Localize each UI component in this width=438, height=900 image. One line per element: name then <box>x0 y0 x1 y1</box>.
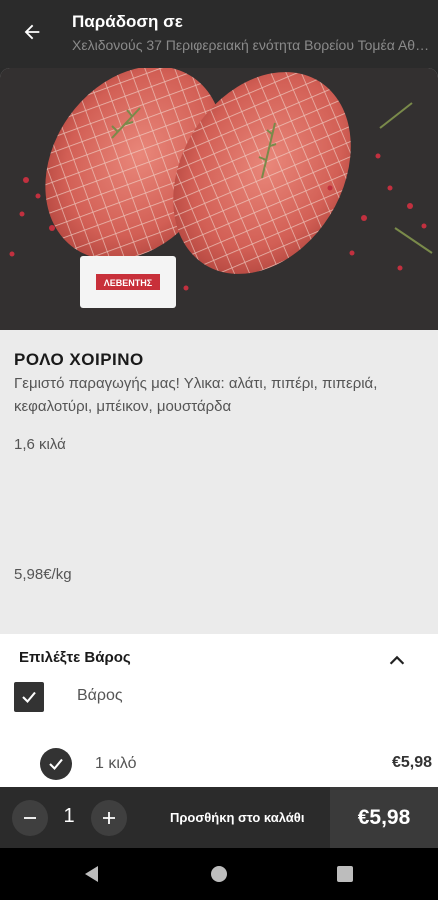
product-unit-price: 5,98€/kg <box>14 566 72 583</box>
collapse-button[interactable] <box>382 646 412 676</box>
arrow-left-icon <box>24 24 40 40</box>
delivery-address[interactable]: Χελιδονούς 37 Περιφερειακή ενότητα Βορεί… <box>72 37 432 53</box>
product-image: ΛΕΒΕΝΤΗΣ <box>0 68 438 330</box>
decrease-quantity-button[interactable] <box>12 800 48 836</box>
system-nav-bar <box>0 848 438 900</box>
increase-quantity-button[interactable] <box>91 800 127 836</box>
check-icon <box>49 758 63 771</box>
check-icon <box>22 691 36 704</box>
option-price: €5,98 <box>391 754 432 771</box>
delivery-title: Παράδοση σε <box>72 12 183 31</box>
cart-bar: 1 Προσθήκη στο καλάθι €5,98 <box>0 787 438 848</box>
option-radio[interactable] <box>40 748 72 780</box>
add-to-cart-button[interactable]: Προσθήκη στο καλάθι <box>170 810 304 825</box>
option-label: 1 κιλό <box>95 755 137 772</box>
back-button[interactable] <box>14 14 50 50</box>
weight-group-label: Βάρος <box>77 687 123 704</box>
cart-total[interactable]: €5,98 <box>330 787 438 848</box>
product-sheet: ΛΕΒΕΝΤΗΣ ΡΟΛΟ ΧΟΙΡΙΝΟ Γεμιστό παραγωγής … <box>0 68 438 852</box>
quantity-value: 1 <box>63 805 75 827</box>
group-checkbox[interactable] <box>14 682 44 712</box>
chevron-up-icon <box>389 655 405 665</box>
nav-back-icon[interactable] <box>82 864 100 884</box>
product-name: ΡΟΛΟ ΧΟΙΡΙΝΟ <box>14 350 144 369</box>
product-weight: 1,6 κιλά <box>14 436 66 453</box>
plus-icon <box>103 812 115 824</box>
minus-icon <box>24 817 36 819</box>
brand-label: ΛΕΒΕΝΤΗΣ <box>104 278 153 288</box>
nav-recents-icon[interactable] <box>337 866 353 882</box>
app-header: Παράδοση σε Χελιδονούς 37 Περιφερειακή ε… <box>0 0 438 68</box>
options-title: Επιλέξτε Βάρος <box>19 649 131 666</box>
product-description: Γεμιστό παραγωγής μας! Υλικα: αλάτι, πιπ… <box>14 375 378 415</box>
nav-home-icon[interactable] <box>211 866 227 882</box>
